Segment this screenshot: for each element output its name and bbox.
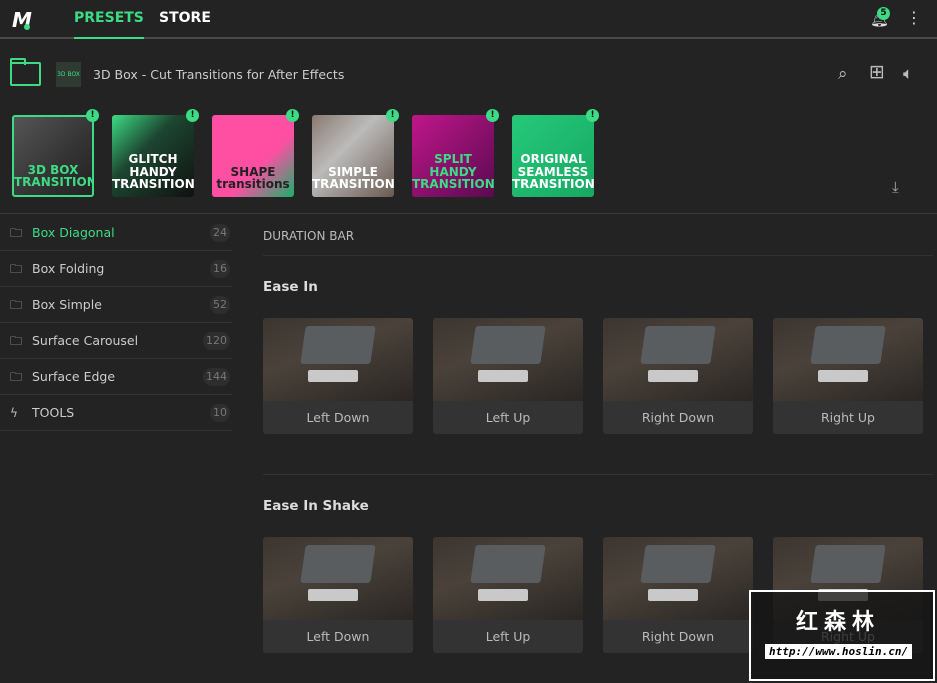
divider <box>263 474 933 475</box>
folder-icon[interactable] <box>10 58 41 86</box>
preset-preview <box>263 537 413 620</box>
pack-label: SHAPE transitions <box>216 164 290 192</box>
sidebar-item-label: Box Diagonal <box>32 225 115 240</box>
preset-card[interactable]: Left Down <box>263 537 413 653</box>
section-title: Ease In <box>263 279 318 295</box>
sidebar-item-label: Box Simple <box>32 297 102 312</box>
top-bar: M PRESETS STORE 🔔︎ 5 ⋮ <box>0 0 937 39</box>
folder-icon: 🗀︎ <box>10 262 23 276</box>
preset-preview <box>603 318 753 401</box>
update-alert-icon: ! <box>386 109 399 122</box>
preset-preview <box>433 537 583 620</box>
folder-icon: 🗀︎ <box>10 334 23 348</box>
preset-preview <box>603 537 753 620</box>
preset-label: Left Down <box>306 629 370 644</box>
item-count: 10 <box>210 404 230 422</box>
pack-label: SIMPLE TRANSITIONS <box>312 164 394 192</box>
pack-thumbnail-0[interactable]: 3D BOX TRANSITIONS <box>12 115 94 197</box>
pack-label: GLITCH HANDY TRANSITIONS <box>112 152 194 192</box>
pack-thumbnail-2[interactable]: SHAPE transitions <box>212 115 294 197</box>
preset-card[interactable]: Left Down <box>263 318 413 434</box>
watermark-text: 红森林 <box>796 610 881 635</box>
tab-store[interactable]: STORE <box>159 10 211 26</box>
tab-presets[interactable]: PRESETS <box>74 10 144 39</box>
folder-icon: 🗀︎ <box>10 298 23 312</box>
preset-label: Left Up <box>485 629 531 644</box>
divider <box>263 255 933 256</box>
item-count: 120 <box>203 332 230 350</box>
sidebar-item-label: Box Folding <box>32 261 105 276</box>
pack-thumbnail-4[interactable]: SPLIT HANDY TRANSITIONS <box>412 115 494 197</box>
sidebar-item-label: Surface Edge <box>32 369 116 384</box>
watermark-url: http://www.hoslin.cn/ <box>765 644 913 659</box>
preset-label: Right Down <box>641 410 715 425</box>
preset-card[interactable]: Right Up <box>773 318 923 434</box>
preset-preview <box>433 318 583 401</box>
preset-label: Left Up <box>485 410 531 425</box>
divider <box>0 213 937 214</box>
bolt-icon: ϟ <box>10 406 18 420</box>
preset-card[interactable]: Left Up <box>433 537 583 653</box>
sidebar-item-label: TOOLS <box>32 405 75 420</box>
pack-label: SPLIT HANDY TRANSITIONS <box>412 152 494 192</box>
sidebar-item-label: Surface Carousel <box>32 333 139 348</box>
app-logo[interactable]: M <box>12 8 32 32</box>
update-alert-icon: ! <box>586 109 599 122</box>
pack-title: 3D Box - Cut Transitions for After Effec… <box>93 67 345 82</box>
pack-thumbnail-5[interactable]: ORIGINAL SEAMLESS TRANSITIONS <box>512 115 594 197</box>
preset-card[interactable]: Right Down <box>603 537 753 653</box>
sidebar: 🗀︎ Box Diagonal 24 🗀︎ Box Folding 16 🗀︎ Box Sim… <box>0 215 232 431</box>
sidebar-item[interactable]: ϟ TOOLS 10 <box>0 395 232 431</box>
download-icon[interactable]: ⤓ <box>892 178 899 196</box>
watermark: 红森林 http://www.hoslin.cn/ <box>749 590 935 681</box>
search-icon[interactable]: ⌕ <box>838 64 848 84</box>
preset-preview <box>263 318 413 401</box>
pack-thumbnail-3[interactable]: SIMPLE TRANSITIONS <box>312 115 394 197</box>
preset-card[interactable]: Left Up <box>433 318 583 434</box>
preset-label: Left Down <box>306 410 370 425</box>
update-alert-icon: ! <box>186 109 199 122</box>
item-count: 52 <box>210 296 230 314</box>
item-count: 144 <box>203 368 230 386</box>
preset-label: Right Up <box>821 410 875 425</box>
pack-thumbnail-1[interactable]: GLITCH HANDY TRANSITIONS <box>112 115 194 197</box>
section-title: Ease In Shake <box>263 498 369 514</box>
preset-preview <box>773 318 923 401</box>
preset-card[interactable]: Right Down <box>603 318 753 434</box>
item-count: 16 <box>210 260 230 278</box>
update-alert-icon: ! <box>86 109 99 122</box>
folder-icon: 🗀︎ <box>10 226 23 240</box>
grid-view-icon[interactable]: ⊞ <box>869 61 885 83</box>
pack-label: 3D BOX TRANSITIONS <box>14 162 92 190</box>
sidebar-item[interactable]: 🗀︎ Surface Edge 144 <box>0 359 232 395</box>
update-alert-icon: ! <box>486 109 499 122</box>
pack-thumbnail: 3D BOX <box>56 62 81 87</box>
sidebar-item[interactable]: 🗀︎ Box Folding 16 <box>0 251 232 287</box>
volume-icon[interactable]: 🔈︎ <box>903 64 913 84</box>
folder-icon: 🗀︎ <box>10 370 23 384</box>
notification-badge: 5 <box>877 7 890 20</box>
duration-bar-label: DURATION BAR <box>263 229 355 243</box>
sidebar-item[interactable]: 🗀︎ Box Diagonal 24 <box>0 215 232 251</box>
pack-label: ORIGINAL SEAMLESS TRANSITIONS <box>512 152 594 192</box>
sidebar-item[interactable]: 🗀︎ Box Simple 52 <box>0 287 232 323</box>
sidebar-item[interactable]: 🗀︎ Surface Carousel 120 <box>0 323 232 359</box>
more-menu-icon[interactable]: ⋮ <box>906 8 922 27</box>
preset-label: Right Down <box>641 629 715 644</box>
update-alert-icon: ! <box>286 109 299 122</box>
item-count: 24 <box>210 224 230 242</box>
